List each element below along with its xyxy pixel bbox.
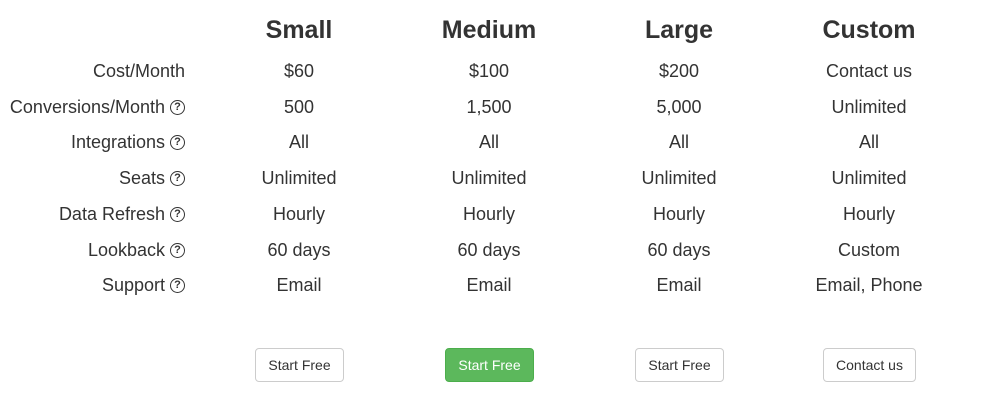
cell-cost-medium: $100: [468, 61, 510, 81]
help-icon[interactable]: ?: [170, 242, 185, 258]
cell-seats-small: Unlimited: [261, 168, 337, 188]
help-icon[interactable]: ?: [170, 170, 185, 186]
cell-integrations-custom: All: [858, 132, 879, 152]
cell-integrations-large: All: [668, 132, 689, 152]
cell-conversions-small: 500: [283, 97, 315, 117]
cell-refresh-small: Hourly: [272, 204, 325, 224]
cell-cost-large: $200: [658, 61, 700, 81]
help-icon[interactable]: ?: [170, 206, 185, 222]
help-icon[interactable]: ?: [170, 99, 185, 115]
row-label-integrations: Integrations ?: [71, 131, 185, 153]
cell-conversions-large: 5,000: [656, 97, 702, 117]
row-label-text: Cost/Month: [92, 61, 185, 81]
cell-lookback-large: 60 days: [647, 240, 711, 260]
row-label-text: Lookback: [87, 240, 165, 260]
cell-lookback-medium: 60 days: [457, 240, 521, 260]
row-label-text: Support: [101, 275, 165, 295]
cell-seats-medium: Unlimited: [451, 168, 527, 188]
cell-support-large: Email: [656, 275, 702, 295]
cell-integrations-small: All: [288, 132, 309, 152]
cell-refresh-medium: Hourly: [462, 204, 515, 224]
row-label-text: Data Refresh: [58, 204, 165, 224]
cell-cost-custom: Contact us: [825, 61, 913, 81]
cell-seats-large: Unlimited: [641, 168, 717, 188]
help-icon[interactable]: ?: [170, 277, 185, 293]
row-label-text: Seats: [118, 168, 165, 188]
cell-integrations-medium: All: [478, 132, 499, 152]
cell-lookback-custom: Custom: [837, 240, 900, 260]
cell-seats-custom: Unlimited: [831, 168, 907, 188]
row-label-support: Support ?: [102, 274, 185, 296]
plan-header-custom: Custom: [822, 16, 916, 44]
cell-conversions-medium: 1,500: [466, 97, 512, 117]
cell-lookback-small: 60 days: [267, 240, 331, 260]
cell-refresh-large: Hourly: [652, 204, 705, 224]
cell-support-small: Email: [276, 275, 322, 295]
row-label-text: Conversions/Month: [9, 97, 165, 117]
cell-support-medium: Email: [466, 275, 512, 295]
plan-header-medium: Medium: [441, 16, 537, 44]
cell-support-custom: Email, Phone: [815, 275, 923, 295]
help-icon[interactable]: ?: [170, 134, 185, 150]
row-label-data-refresh: Data Refresh ?: [59, 203, 185, 225]
plan-header-small: Small: [265, 16, 333, 44]
row-label-lookback: Lookback ?: [88, 239, 185, 261]
row-label-cost-month: Cost/Month: [93, 60, 185, 82]
row-label-text: Integrations: [70, 132, 165, 152]
start-free-medium-button[interactable]: Start Free: [445, 348, 534, 382]
cell-refresh-custom: Hourly: [842, 204, 895, 224]
cell-cost-small: $60: [283, 61, 315, 81]
cell-conversions-custom: Unlimited: [831, 97, 907, 117]
row-label-conversions-month: Conversions/Month ?: [10, 96, 185, 118]
start-free-large-button[interactable]: Start Free: [635, 348, 724, 382]
plan-header-large: Large: [644, 16, 714, 44]
row-label-seats: Seats ?: [119, 167, 185, 189]
start-free-small-button[interactable]: Start Free: [255, 348, 344, 382]
contact-us-custom-button[interactable]: Contact us: [823, 348, 916, 382]
